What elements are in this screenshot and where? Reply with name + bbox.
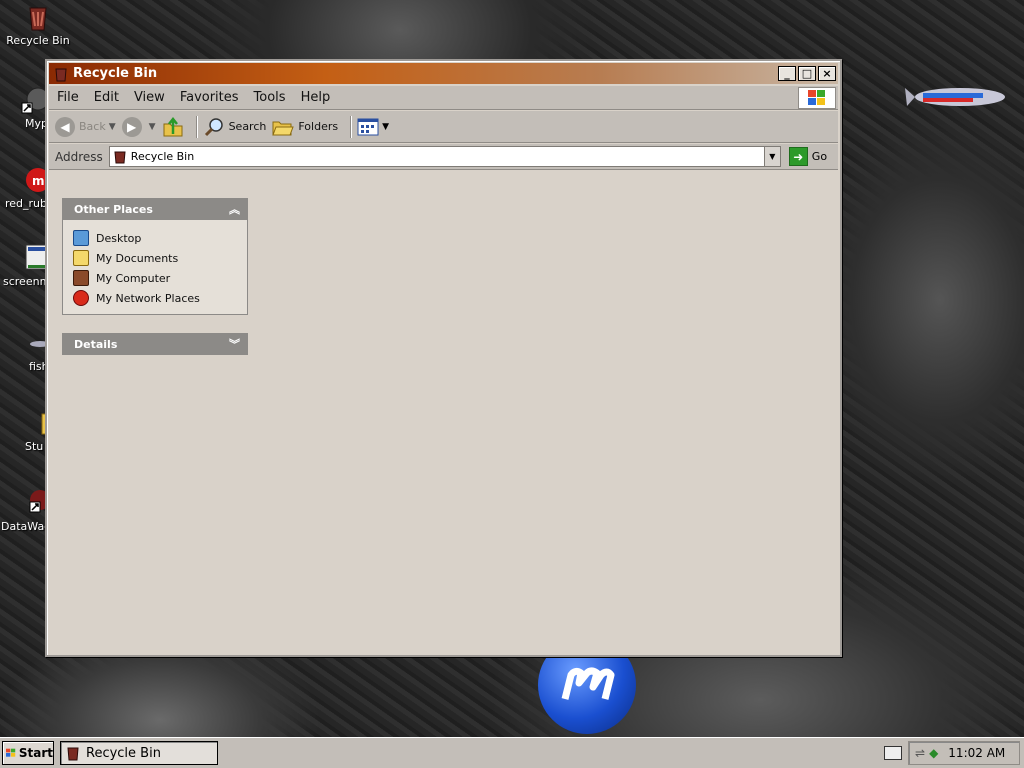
forward-button[interactable]: ▶ ▼ [121, 116, 156, 137]
m-letter-icon [561, 667, 615, 700]
menu-edit[interactable]: Edit [94, 90, 119, 105]
other-places-list: Desktop My Documents My Computer My Netw… [62, 220, 248, 315]
system-tray: ⇌ ◆ 11:02 AM [908, 741, 1020, 765]
place-label: My Documents [96, 251, 179, 265]
chevron-down-icon[interactable]: ▼ [149, 122, 156, 132]
address-dropdown-button[interactable]: ▼ [763, 147, 780, 166]
menu-file[interactable]: File [57, 90, 79, 105]
svg-text:m: m [32, 174, 45, 188]
other-places-title: Other Places [74, 202, 153, 216]
collapse-chevron-icon[interactable]: ︽ [229, 201, 240, 217]
title-bar[interactable]: Recycle Bin _ □ × [49, 63, 838, 84]
recycle-bin-icon [114, 151, 126, 163]
start-button[interactable]: Start [2, 741, 54, 765]
menu-bar: File Edit View Favorites Tools Help [49, 86, 838, 110]
address-bar: Address Recycle Bin ▼ ➜ Go [49, 144, 838, 170]
windows-logo [798, 87, 836, 109]
desktop-icon [73, 230, 89, 246]
documents-folder-icon [73, 250, 89, 266]
minimize-button[interactable]: _ [778, 66, 796, 81]
network-places-icon [73, 290, 89, 306]
place-label: My Computer [96, 271, 171, 285]
search-label: Search [228, 120, 267, 133]
close-button[interactable]: × [818, 66, 836, 81]
menu-view[interactable]: View [134, 90, 165, 105]
up-folder-button[interactable] [162, 116, 184, 138]
explorer-window[interactable]: Recycle Bin _ □ × File Edit View Favorit… [45, 59, 842, 657]
windows-flag-icon [808, 90, 825, 105]
back-arrow-icon: ◀ [55, 116, 75, 137]
back-button[interactable]: ◀ Back ▼ [55, 116, 116, 137]
address-label: Address [55, 149, 103, 164]
windows-flag-icon [6, 748, 16, 757]
fish-decoration [905, 88, 1005, 106]
address-input[interactable]: Recycle Bin ▼ [108, 146, 781, 167]
taskbar-item-label: Recycle Bin [86, 745, 161, 761]
toolbar: ◀ Back ▼ ▶ ▼ Search Folders ▼ [49, 111, 838, 143]
security-tray-icon[interactable]: ◆ [929, 746, 938, 760]
other-places-header[interactable]: Other Places ︽ [62, 198, 248, 220]
chevron-down-icon: ▼ [769, 152, 776, 161]
views-icon [357, 118, 379, 135]
menu-tools[interactable]: Tools [254, 90, 286, 105]
other-places-panel: Other Places ︽ Desktop My Documents My C… [62, 198, 248, 315]
details-header[interactable]: Details ︾ [62, 333, 248, 355]
place-my-computer[interactable]: My Computer [73, 268, 237, 288]
menu-help[interactable]: Help [301, 90, 331, 105]
taskbar-item-recycle-bin[interactable]: Recycle Bin [60, 741, 218, 765]
go-arrow-icon: ➜ [788, 147, 808, 166]
chevron-down-icon[interactable]: ▼ [109, 122, 116, 132]
folders-icon [272, 121, 295, 135]
search-button[interactable]: Search [203, 116, 267, 138]
place-label: My Network Places [96, 291, 200, 305]
recycle-bin-icon [67, 747, 79, 761]
toolbar-separator [195, 115, 197, 138]
taskbar: Start Recycle Bin ⇌ ◆ 11:02 AM [0, 737, 1024, 768]
up-folder-icon [163, 116, 183, 136]
place-my-documents[interactable]: My Documents [73, 248, 237, 268]
go-button[interactable]: ➜ Go [788, 147, 828, 166]
folders-label: Folders [298, 120, 339, 133]
network-tray-icon[interactable]: ⇌ [915, 746, 925, 760]
place-desktop[interactable]: Desktop [73, 228, 237, 248]
address-value: Recycle Bin [130, 150, 195, 163]
window-controls: _ □ × [778, 66, 836, 81]
recycle-bin-icon [29, 7, 47, 31]
place-label: Desktop [96, 231, 142, 245]
toolbar-separator [350, 115, 352, 138]
recycle-bin-icon [55, 68, 67, 81]
back-label: Back [79, 120, 106, 133]
forward-arrow-icon: ▶ [121, 116, 142, 137]
search-icon [204, 117, 223, 136]
details-panel: Details ︾ [62, 333, 248, 355]
details-title: Details [74, 337, 118, 351]
computer-icon [73, 270, 89, 286]
expand-chevron-icon[interactable]: ︾ [229, 336, 240, 352]
folders-button[interactable]: Folders [272, 116, 338, 138]
desktop-icon-label: Recycle Bin [6, 34, 70, 47]
start-label: Start [18, 746, 53, 760]
maximize-button[interactable]: □ [798, 66, 816, 81]
clock[interactable]: 11:02 AM [948, 746, 1005, 760]
keyboard-icon[interactable] [884, 746, 902, 760]
chevron-down-icon[interactable]: ▼ [382, 122, 389, 132]
menu-favorites[interactable]: Favorites [180, 90, 239, 105]
go-label: Go [811, 150, 828, 163]
place-my-network-places[interactable]: My Network Places [73, 288, 237, 308]
views-button[interactable]: ▼ [357, 118, 389, 136]
desktop-icon-recycle-bin[interactable]: Recycle Bin [2, 2, 74, 47]
content-area[interactable]: Other Places ︽ Desktop My Documents My C… [49, 171, 838, 653]
window-title: Recycle Bin [73, 66, 158, 81]
